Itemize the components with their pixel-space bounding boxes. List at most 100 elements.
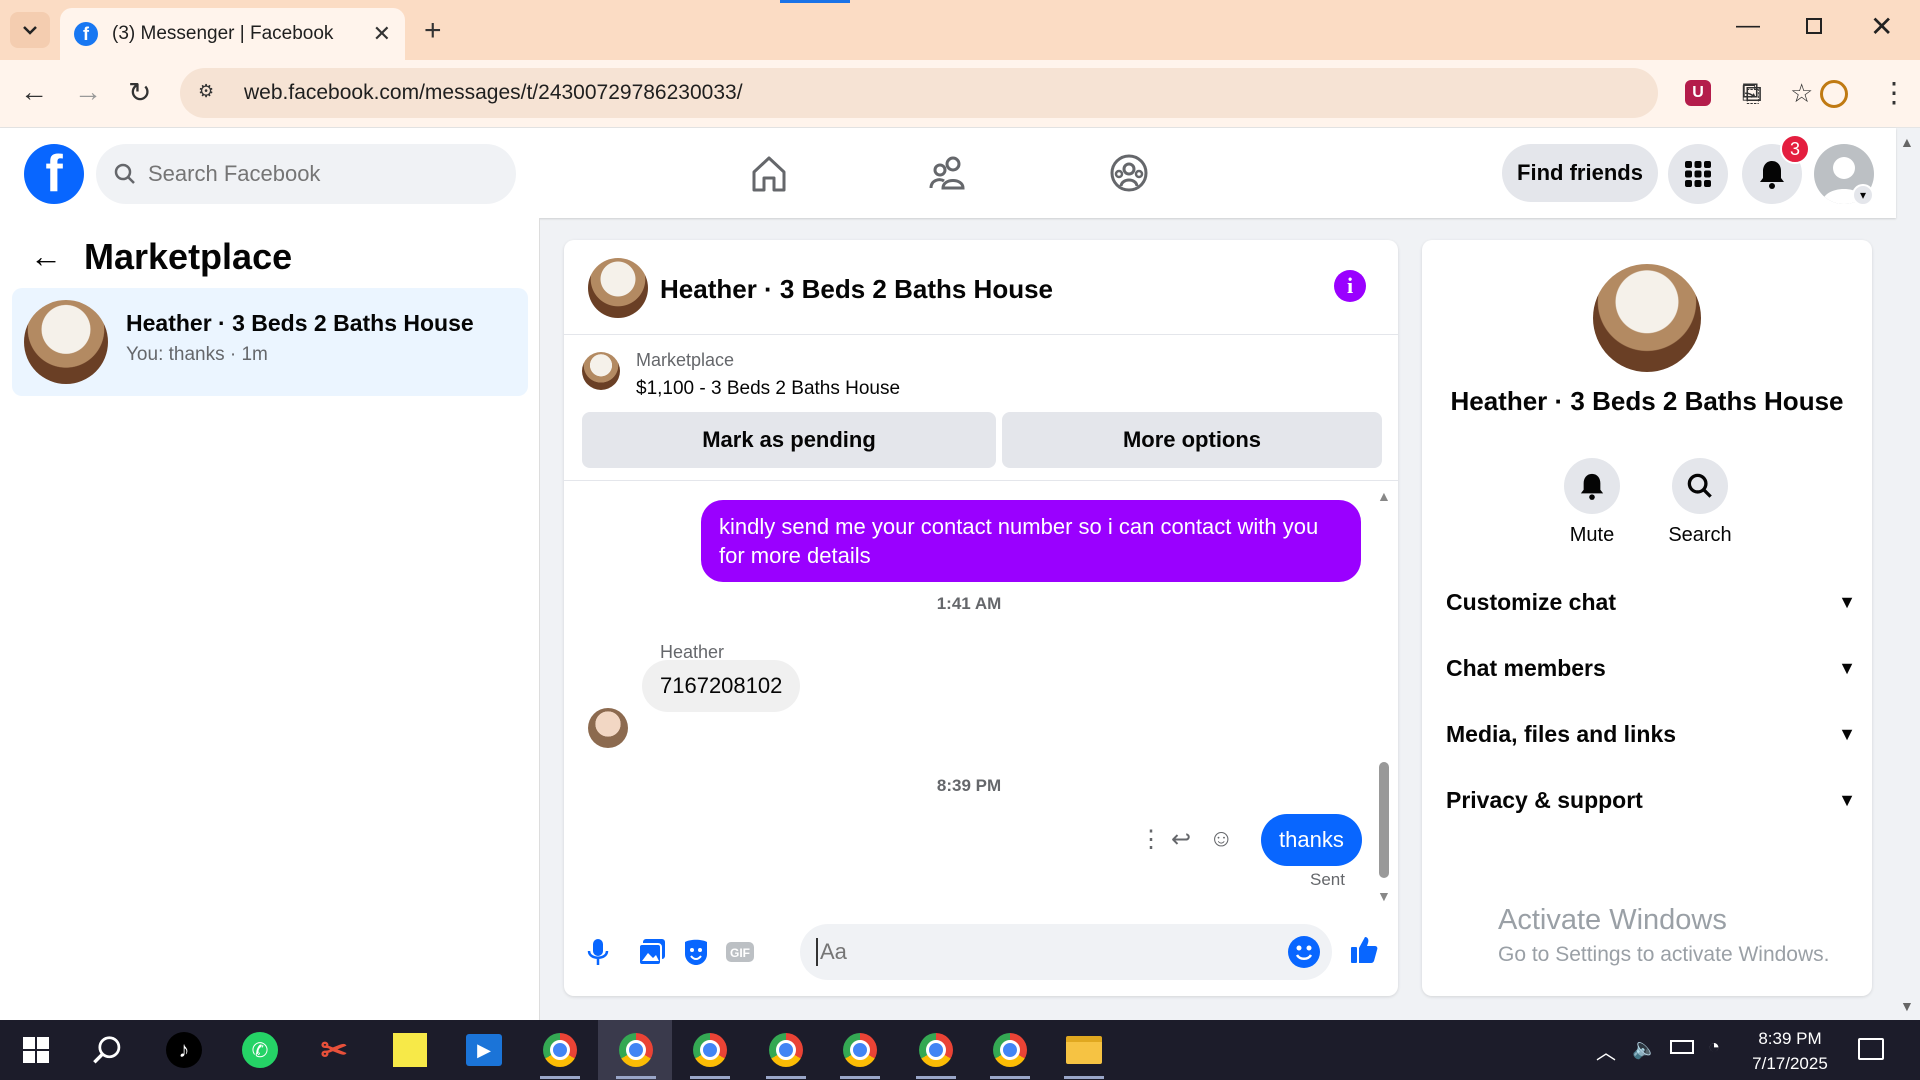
search-action[interactable]: Search	[1660, 458, 1740, 547]
conversation-name: Heather · 3 Beds 2 Baths House	[126, 310, 474, 336]
message-thread: ▲ kindly send me your contact number so …	[564, 482, 1398, 907]
chrome-taskbar-icon[interactable]	[838, 1028, 882, 1072]
chrome-taskbar-icon[interactable]	[688, 1028, 732, 1072]
notification-center-icon[interactable]	[1858, 1038, 1884, 1060]
message-input[interactable]	[816, 938, 1256, 966]
chevron-down-icon: ▼	[1838, 789, 1856, 810]
wifi-icon[interactable]: ◔	[1708, 1036, 1720, 1059]
outgoing-message[interactable]: kindly send me your contact number so i …	[701, 500, 1361, 582]
incoming-message[interactable]: 7167208102	[642, 660, 801, 712]
facebook-logo-icon[interactable]: f	[24, 144, 84, 204]
friends-icon[interactable]	[926, 150, 972, 196]
conversation-item[interactable]: Heather · 3 Beds 2 Baths House You: than…	[12, 288, 528, 396]
reply-icon[interactable]: ↩	[1171, 825, 1191, 854]
photo-icon[interactable]	[636, 936, 668, 968]
file-explorer-icon[interactable]	[1062, 1028, 1106, 1072]
gif-icon[interactable]: GIF	[724, 936, 756, 968]
section-label: Privacy & support	[1446, 786, 1643, 813]
conversation-preview: You: thanks · 1m	[126, 344, 268, 365]
show-hidden-icons-chevron-icon[interactable]: ︿	[1596, 1036, 1616, 1065]
chrome-profile-icon[interactable]	[1820, 80, 1848, 108]
tiktok-icon[interactable]: ♪	[162, 1028, 206, 1072]
mute-action[interactable]: Mute	[1552, 458, 1632, 547]
tab-title: (3) Messenger | Facebook	[112, 23, 334, 44]
page-scroll-down-arrow-icon[interactable]: ▼	[1900, 998, 1914, 1014]
close-tab-icon[interactable]: ✕	[373, 21, 391, 47]
scroll-up-arrow-icon[interactable]: ▲	[1377, 488, 1391, 504]
site-info-icon[interactable]: ⚙	[198, 81, 222, 105]
listing-price-title[interactable]: $1,100 - 3 Beds 2 Baths House	[636, 378, 900, 400]
taskbar-search-icon[interactable]	[86, 1028, 130, 1072]
listing-thumbnail[interactable]	[582, 352, 620, 390]
extensions-puzzle-icon[interactable]: ⧉	[1742, 76, 1762, 109]
info-avatar[interactable]	[1593, 264, 1701, 372]
outgoing-message[interactable]: thanks	[1261, 814, 1362, 866]
chrome-taskbar-icon[interactable]	[988, 1028, 1032, 1072]
volume-icon[interactable]: 🔈	[1632, 1036, 1657, 1061]
address-bar[interactable]: ⚙ web.facebook.com/messages/t/2430072978…	[180, 68, 1813, 118]
scroll-down-arrow-icon[interactable]: ▼	[1377, 888, 1391, 904]
chat-scrollbar[interactable]	[1379, 762, 1389, 878]
sent-status: Sent	[1310, 870, 1345, 889]
minimize-window-button[interactable]: —	[1736, 12, 1760, 40]
taskbar-clock[interactable]: 8:39 PM 7/17/2025	[1740, 1026, 1840, 1076]
listing-thumbnail	[24, 300, 108, 384]
chat-avatar[interactable]	[588, 258, 648, 318]
chrome-taskbar-icon[interactable]	[764, 1028, 808, 1072]
snipping-tool-icon[interactable]: ✂	[312, 1028, 356, 1072]
conversation-info-icon[interactable]: i	[1334, 270, 1366, 302]
microphone-icon[interactable]	[582, 936, 614, 968]
chrome-menu-icon[interactable]: ⋮	[1880, 76, 1908, 109]
page-scroll-up-arrow-icon[interactable]: ▲	[1900, 134, 1914, 150]
more-actions-icon[interactable]: ⋮	[1139, 825, 1163, 854]
message-actions: ⋮ ↩ ☺	[1139, 825, 1259, 855]
watermark-title: Activate Windows	[1498, 904, 1727, 936]
app-running-indicator	[916, 1076, 956, 1079]
section-label: Customize chat	[1446, 588, 1616, 615]
browser-tab-messenger[interactable]: f (3) Messenger | Facebook ✕	[60, 8, 405, 60]
back-arrow-icon[interactable]: ←	[30, 238, 62, 275]
battery-icon[interactable]	[1670, 1040, 1694, 1054]
new-tab-button[interactable]: +	[424, 14, 442, 48]
menu-grid-button[interactable]	[1668, 144, 1728, 204]
mark-as-pending-button[interactable]: Mark as pending	[582, 412, 996, 468]
windows-start-icon[interactable]	[14, 1028, 58, 1072]
more-options-button[interactable]: More options	[1002, 412, 1382, 468]
media-files-links-section[interactable]: Media, files and links ▼	[1446, 712, 1856, 756]
chrome-taskbar-icon[interactable]	[614, 1028, 658, 1072]
message-timestamp: 8:39 PM	[936, 776, 1002, 795]
chat-members-section[interactable]: Chat members ▼	[1446, 646, 1856, 690]
facebook-search[interactable]	[96, 144, 516, 204]
sender-avatar[interactable]	[588, 708, 628, 748]
react-smiley-icon[interactable]: ☺	[1209, 825, 1234, 853]
chevron-down-icon: ▼	[1838, 657, 1856, 678]
home-icon[interactable]	[746, 150, 792, 196]
chevron-down-icon: ▼	[1838, 591, 1856, 612]
mute-label: Mute	[1569, 524, 1615, 546]
reload-button[interactable]: ↻	[128, 76, 151, 109]
app-running-indicator	[766, 1076, 806, 1079]
sticky-notes-icon[interactable]	[388, 1028, 432, 1072]
media-player-icon[interactable]: ▶	[462, 1028, 506, 1072]
sticker-icon[interactable]	[680, 936, 712, 968]
privacy-support-section[interactable]: Privacy & support ▼	[1446, 778, 1856, 822]
chrome-taskbar-icon[interactable]	[538, 1028, 582, 1072]
groups-icon[interactable]	[1106, 150, 1152, 196]
back-button[interactable]: ←	[20, 76, 48, 108]
close-window-button[interactable]: ✕	[1870, 10, 1893, 43]
chrome-taskbar-icon[interactable]	[914, 1028, 958, 1072]
whatsapp-icon[interactable]: ✆	[238, 1028, 282, 1072]
account-menu-chevron-icon[interactable]: ▾	[1852, 184, 1874, 206]
search-input[interactable]	[148, 161, 488, 187]
thumbs-up-icon[interactable]	[1348, 934, 1380, 966]
customize-chat-section[interactable]: Customize chat ▼	[1446, 580, 1856, 624]
forward-button[interactable]: →	[74, 76, 102, 108]
find-friends-button[interactable]: Find friends	[1502, 144, 1658, 202]
bookmark-star-icon[interactable]: ☆	[1790, 78, 1813, 109]
chat-title[interactable]: Heather · 3 Beds 2 Baths House	[660, 274, 1053, 305]
ublock-extension-icon[interactable]: U	[1685, 80, 1711, 106]
tab-search-button[interactable]	[10, 12, 50, 48]
emoji-icon[interactable]	[1288, 936, 1320, 968]
restore-window-button[interactable]	[1806, 18, 1822, 34]
clock-date: 7/17/2025	[1752, 1054, 1828, 1073]
